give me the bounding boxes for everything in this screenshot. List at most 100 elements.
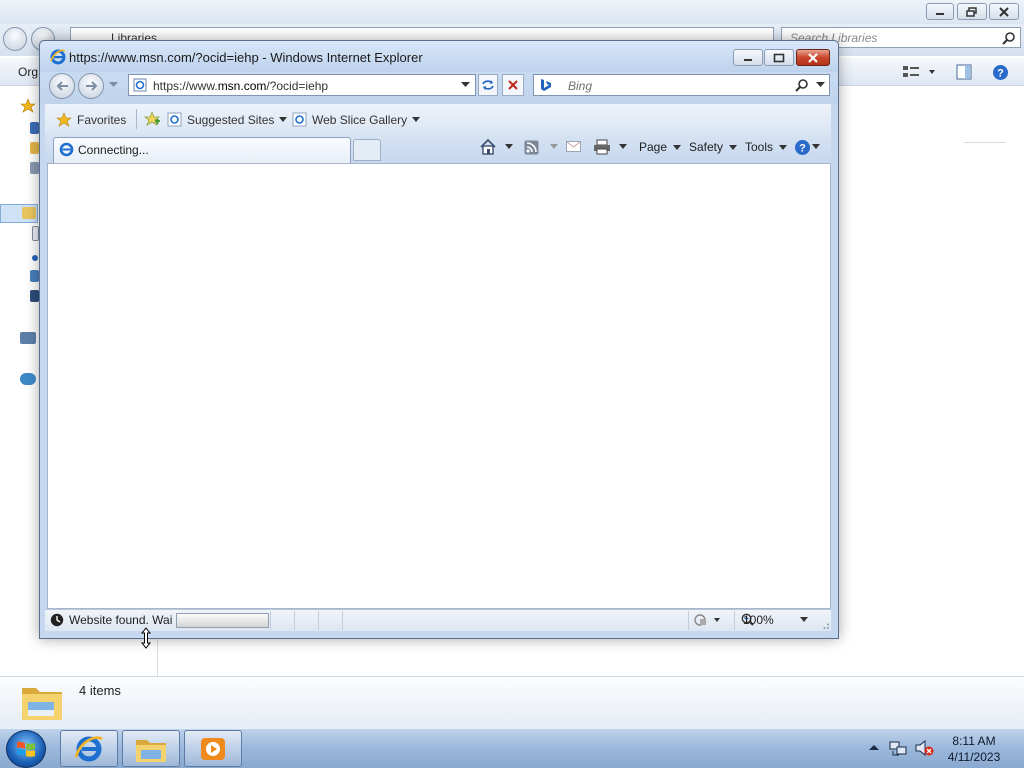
recent-pages-dropdown-icon[interactable] bbox=[109, 82, 118, 88]
ie-back-button[interactable] bbox=[49, 73, 75, 99]
favorites-label: Favorites bbox=[77, 113, 127, 127]
preview-pane-icon[interactable] bbox=[956, 64, 972, 80]
ie-window-title: https://www.msn.com/?ocid=iehp - Windows… bbox=[69, 50, 423, 65]
suggested-sites-label: Suggested Sites bbox=[187, 112, 275, 127]
volume-muted-icon[interactable] bbox=[914, 739, 934, 757]
explorer-restore-button[interactable] bbox=[957, 3, 987, 20]
documents-icon[interactable] bbox=[32, 226, 39, 241]
close-icon bbox=[999, 6, 1009, 17]
maximize-icon bbox=[773, 53, 785, 62]
explorer-minimize-button[interactable] bbox=[926, 3, 954, 20]
explorer-back-button[interactable] bbox=[3, 27, 27, 51]
libraries-icon bbox=[22, 207, 36, 219]
read-mail-icon[interactable] bbox=[566, 141, 581, 153]
libraries-folder-icon bbox=[22, 688, 62, 720]
search-options-dropdown-icon[interactable] bbox=[816, 82, 825, 88]
computer-icon[interactable] bbox=[20, 332, 36, 344]
recent-places-icon[interactable] bbox=[30, 162, 39, 174]
ie-page-icon bbox=[167, 112, 182, 127]
ie-logo-icon bbox=[50, 49, 66, 65]
status-divider bbox=[734, 611, 735, 630]
status-text: Website found. Wai bbox=[69, 613, 173, 627]
feeds-dropdown-icon[interactable] bbox=[550, 144, 558, 149]
zoom-dropdown-icon[interactable] bbox=[800, 617, 808, 622]
videos-icon[interactable] bbox=[30, 290, 39, 302]
column-divider bbox=[964, 142, 1006, 143]
print-icon[interactable] bbox=[593, 139, 611, 155]
downloads-icon[interactable] bbox=[30, 142, 39, 154]
show-hidden-icons-icon[interactable] bbox=[869, 744, 879, 750]
help-icon[interactable]: ? bbox=[992, 64, 1009, 81]
web-slice-gallery-label: Web Slice Gallery bbox=[312, 112, 408, 127]
print-dropdown-icon[interactable] bbox=[619, 144, 627, 149]
ie-close-button[interactable] bbox=[796, 49, 830, 66]
chevron-down-icon bbox=[729, 145, 738, 151]
new-tab-button[interactable] bbox=[353, 139, 381, 161]
zoom-level[interactable]: 100% bbox=[743, 613, 774, 627]
ie-refresh-button[interactable] bbox=[478, 74, 498, 96]
safety-menu[interactable]: Safety bbox=[689, 140, 738, 154]
security-zone-icon[interactable] bbox=[694, 613, 720, 627]
page-icon bbox=[133, 78, 147, 92]
back-arrow-icon bbox=[56, 81, 68, 91]
search-icon[interactable] bbox=[795, 78, 809, 92]
web-slice-gallery-link[interactable]: Web Slice Gallery bbox=[292, 112, 421, 127]
home-dropdown-icon[interactable] bbox=[505, 144, 513, 149]
explorer-details-pane bbox=[0, 676, 1024, 728]
address-dropdown-icon[interactable] bbox=[461, 82, 470, 88]
ie-minimize-button[interactable] bbox=[733, 49, 763, 66]
network-icon[interactable] bbox=[20, 373, 36, 385]
favorites-divider bbox=[136, 109, 137, 129]
forward-arrow-icon bbox=[86, 81, 98, 91]
explorer-titlebar bbox=[0, 0, 1024, 24]
suggested-sites-link[interactable]: Suggested Sites bbox=[167, 112, 288, 127]
windows-explorer-icon bbox=[136, 739, 166, 762]
tab-current[interactable]: Connecting... bbox=[53, 137, 351, 163]
ie-search-input[interactable]: Bing bbox=[533, 74, 830, 96]
chevron-down-icon bbox=[279, 117, 288, 122]
taskbar-clock[interactable]: 8:11 AM 4/11/2023 bbox=[936, 733, 1012, 765]
ie-address-bar[interactable]: https://www.msn.com/?ocid=iehp bbox=[128, 74, 476, 96]
ie-forward-button[interactable] bbox=[78, 73, 104, 99]
ie-maximize-button[interactable] bbox=[764, 49, 794, 66]
favorites-button[interactable]: Favorites bbox=[56, 112, 126, 128]
feeds-icon[interactable] bbox=[524, 140, 539, 155]
media-player-icon bbox=[201, 737, 225, 760]
explorer-close-button[interactable] bbox=[989, 3, 1019, 20]
status-divider bbox=[688, 611, 689, 630]
home-icon[interactable] bbox=[479, 139, 497, 155]
music-icon[interactable] bbox=[32, 255, 38, 261]
tab-title: Connecting... bbox=[78, 143, 149, 157]
page-menu[interactable]: Page bbox=[639, 140, 682, 154]
network-status-icon[interactable] bbox=[889, 739, 907, 757]
ie-stop-button[interactable] bbox=[502, 74, 524, 96]
tools-menu[interactable]: Tools bbox=[745, 140, 788, 154]
refresh-icon bbox=[482, 80, 494, 90]
desktop-icon[interactable] bbox=[30, 122, 39, 134]
organize-menu[interactable]: Org bbox=[18, 65, 38, 79]
close-icon bbox=[808, 52, 818, 63]
minimize-icon bbox=[744, 58, 752, 61]
help-dropdown-icon[interactable] bbox=[812, 144, 820, 149]
ie-page-content[interactable] bbox=[47, 163, 831, 609]
ie-page-icon bbox=[292, 112, 307, 127]
add-to-favorites-bar-icon[interactable] bbox=[143, 111, 161, 127]
taskbar-windows-explorer-button[interactable] bbox=[122, 730, 180, 767]
favorites-star-icon bbox=[56, 112, 72, 127]
search-placeholder: Bing bbox=[568, 79, 593, 93]
loading-clock-icon bbox=[50, 613, 64, 627]
taskbar-media-player-button[interactable] bbox=[184, 730, 242, 767]
taskbar-internet-explorer-button[interactable] bbox=[60, 730, 118, 767]
help-icon[interactable]: ? bbox=[794, 139, 811, 156]
pictures-icon[interactable] bbox=[30, 270, 39, 282]
resize-grip-icon[interactable] bbox=[821, 621, 830, 630]
chevron-down-icon bbox=[673, 145, 682, 151]
chevron-down-icon bbox=[779, 145, 788, 151]
minimize-icon bbox=[936, 12, 944, 15]
item-count-text: 4 items bbox=[79, 683, 121, 698]
start-button[interactable] bbox=[6, 730, 46, 768]
resize-cursor-icon bbox=[140, 627, 152, 649]
page-menu-label: Page bbox=[639, 140, 668, 154]
favorites-star-icon[interactable] bbox=[20, 98, 36, 114]
change-view-icon[interactable] bbox=[902, 65, 936, 79]
